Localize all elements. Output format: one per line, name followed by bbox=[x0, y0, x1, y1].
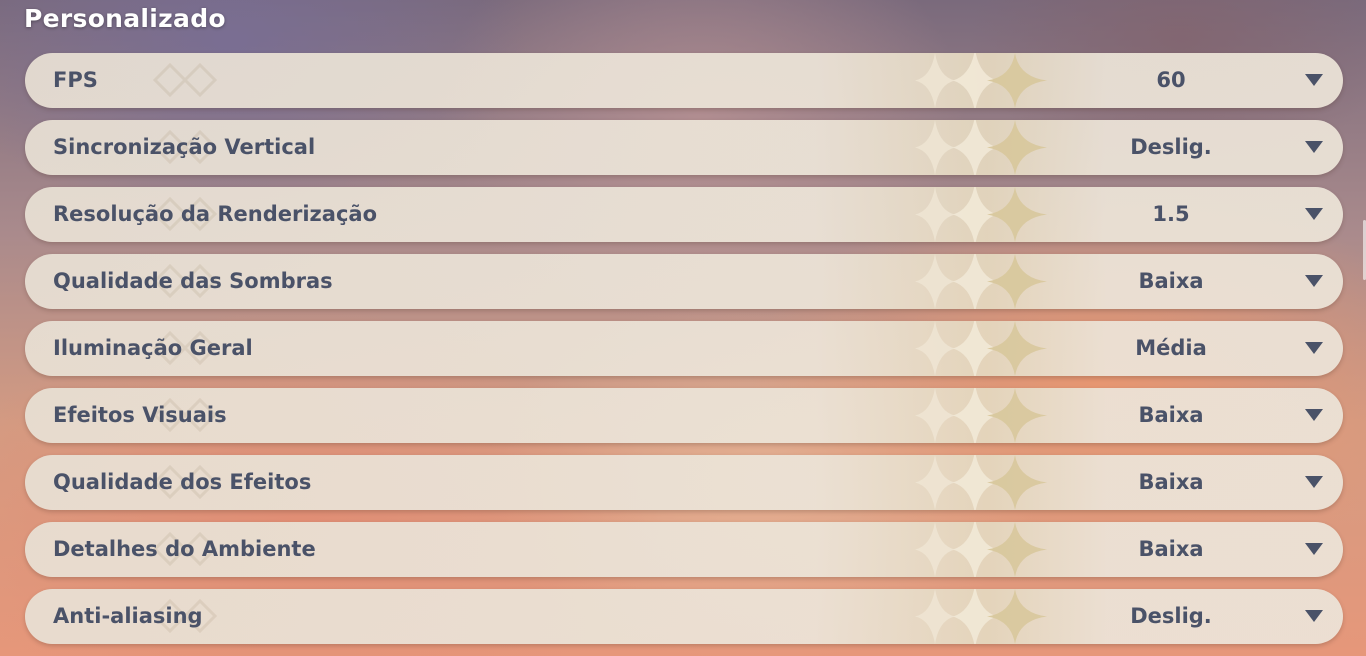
star-sparkle-icon bbox=[915, 254, 1047, 309]
setting-label: Detalhes do Ambiente bbox=[53, 537, 316, 561]
star-sparkle-icon bbox=[915, 187, 1047, 242]
star-sparkle-icon bbox=[915, 589, 1047, 644]
page-title: Personalizado bbox=[24, 4, 226, 33]
star-sparkle-icon bbox=[915, 321, 1047, 376]
setting-value[interactable]: Baixa bbox=[1091, 522, 1251, 577]
star-sparkle-icon bbox=[915, 53, 1047, 108]
diamond-pattern-icon bbox=[152, 62, 218, 98]
setting-label: Qualidade das Sombras bbox=[53, 269, 333, 293]
setting-row-fps[interactable]: FPS 60 bbox=[25, 53, 1343, 108]
setting-row-environment-detail[interactable]: Detalhes do Ambiente Baixa bbox=[25, 522, 1343, 577]
setting-value[interactable]: Baixa bbox=[1091, 254, 1251, 309]
setting-value[interactable]: 1.5 bbox=[1091, 187, 1251, 242]
chevron-down-icon[interactable] bbox=[1305, 208, 1323, 220]
chevron-down-icon[interactable] bbox=[1305, 610, 1323, 622]
setting-label: Resolução da Renderização bbox=[53, 202, 377, 226]
setting-row-global-illumination[interactable]: Iluminação Geral Média bbox=[25, 321, 1343, 376]
setting-label: Qualidade dos Efeitos bbox=[53, 470, 312, 494]
setting-value[interactable]: Média bbox=[1091, 321, 1251, 376]
setting-label: Sincronização Vertical bbox=[53, 135, 316, 159]
setting-row-render-resolution[interactable]: Resolução da Renderização 1.5 bbox=[25, 187, 1343, 242]
setting-label: FPS bbox=[53, 68, 98, 92]
setting-row-shadow-quality[interactable]: Qualidade das Sombras Baixa bbox=[25, 254, 1343, 309]
setting-label: Efeitos Visuais bbox=[53, 403, 227, 427]
setting-row-vertical-sync[interactable]: Sincronização Vertical Deslig. bbox=[25, 120, 1343, 175]
setting-value[interactable]: Deslig. bbox=[1091, 589, 1251, 644]
chevron-down-icon[interactable] bbox=[1305, 409, 1323, 421]
chevron-down-icon[interactable] bbox=[1305, 275, 1323, 287]
setting-value[interactable]: 60 bbox=[1091, 53, 1251, 108]
chevron-down-icon[interactable] bbox=[1305, 543, 1323, 555]
chevron-down-icon[interactable] bbox=[1305, 342, 1323, 354]
setting-row-visual-effects[interactable]: Efeitos Visuais Baixa bbox=[25, 388, 1343, 443]
chevron-down-icon[interactable] bbox=[1305, 141, 1323, 153]
star-sparkle-icon bbox=[915, 522, 1047, 577]
chevron-down-icon[interactable] bbox=[1305, 476, 1323, 488]
star-sparkle-icon bbox=[915, 120, 1047, 175]
star-sparkle-icon bbox=[915, 455, 1047, 510]
setting-label: Anti-aliasing bbox=[53, 604, 203, 628]
setting-label: Iluminação Geral bbox=[53, 336, 253, 360]
setting-row-effects-quality[interactable]: Qualidade dos Efeitos Baixa bbox=[25, 455, 1343, 510]
setting-value[interactable]: Baixa bbox=[1091, 388, 1251, 443]
setting-row-anti-aliasing[interactable]: Anti-aliasing Deslig. bbox=[25, 589, 1343, 644]
setting-value[interactable]: Baixa bbox=[1091, 455, 1251, 510]
setting-value[interactable]: Deslig. bbox=[1091, 120, 1251, 175]
star-sparkle-icon bbox=[915, 388, 1047, 443]
chevron-down-icon[interactable] bbox=[1305, 74, 1323, 86]
settings-list: FPS 60 Sincronização Vertical Deslig. Re… bbox=[25, 53, 1343, 656]
